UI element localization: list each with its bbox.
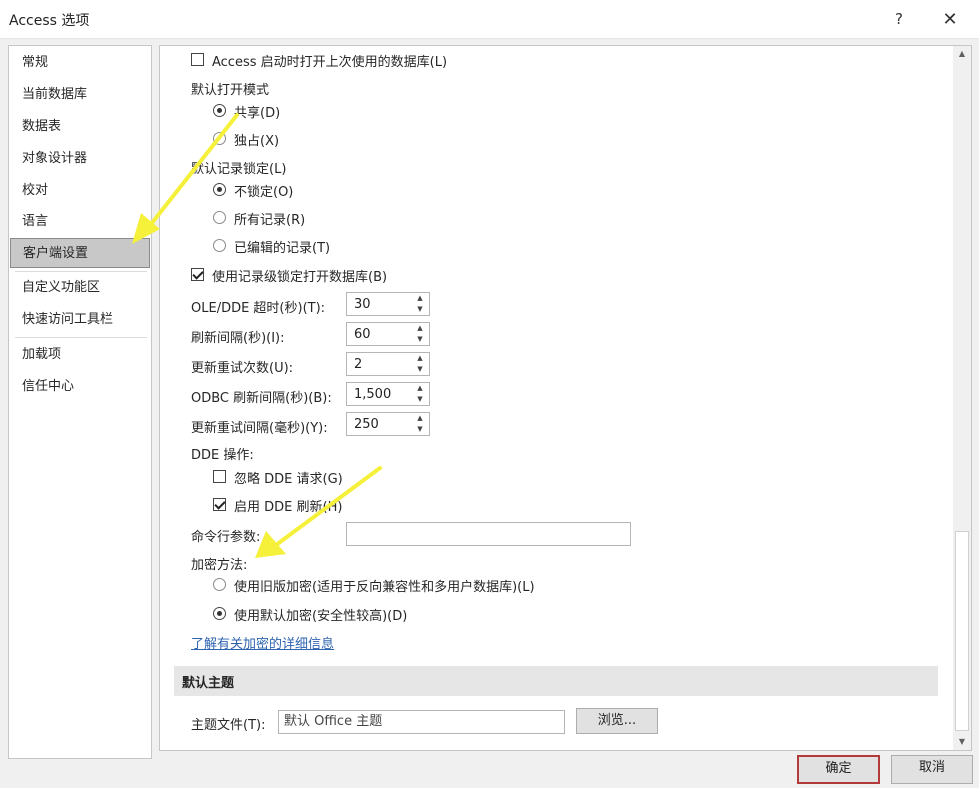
ignore-dde-label: 忽略 DDE 请求(G) <box>234 472 343 487</box>
spin-down-icon[interactable]: ▼ <box>411 304 429 315</box>
odbc-refresh-stepper[interactable]: 1,500 ▲ ▼ <box>346 382 430 406</box>
command-line-label: 命令行参数: <box>191 530 261 545</box>
enable-dde-refresh-checkbox[interactable] <box>213 498 226 511</box>
open-last-db-checkbox[interactable] <box>191 53 204 66</box>
record-level-locking-checkbox[interactable] <box>191 268 204 281</box>
cancel-button[interactable]: 取消 <box>891 755 973 784</box>
no-locks-label: 不锁定(O) <box>234 185 294 200</box>
theme-file-label: 主题文件(T): <box>191 718 266 733</box>
nav-item-proofing[interactable]: 校对 <box>10 176 150 206</box>
dde-operations-label: DDE 操作: <box>191 448 254 463</box>
nav-item-client-settings[interactable]: 客户端设置 <box>10 238 150 268</box>
ole-dde-timeout-stepper[interactable]: 30 ▲ ▼ <box>346 292 430 316</box>
all-records-label: 所有记录(R) <box>234 213 306 228</box>
help-button[interactable]: ? <box>886 6 912 32</box>
open-last-db-label: Access 启动时打开上次使用的数据库(L) <box>212 55 448 70</box>
default-encryption-label: 使用默认加密(安全性较高)(D) <box>234 609 408 624</box>
command-line-input[interactable] <box>346 522 631 546</box>
browse-button[interactable]: 浏览... <box>576 708 658 734</box>
nav-item-quick-access-toolbar[interactable]: 快速访问工具栏 <box>10 305 150 335</box>
record-locking-label: 默认记录锁定(L) <box>191 162 287 177</box>
vertical-scrollbar[interactable]: ▲ ▼ <box>953 46 971 750</box>
refresh-interval-value: 60 <box>354 327 371 342</box>
nav-item-general[interactable]: 常规 <box>10 48 150 78</box>
close-icon[interactable]: ✕ <box>935 6 965 32</box>
spin-down-icon[interactable]: ▼ <box>411 364 429 375</box>
refresh-interval-label: 刷新间隔(秒)(I): <box>191 331 285 346</box>
record-level-locking-label: 使用记录级锁定打开数据库(B) <box>212 270 388 285</box>
ignore-dde-checkbox[interactable] <box>213 470 226 483</box>
nav-item-current-database[interactable]: 当前数据库 <box>10 80 150 110</box>
refresh-interval-stepper[interactable]: 60 ▲ ▼ <box>346 322 430 346</box>
default-encryption-radio[interactable] <box>213 607 226 620</box>
nav-item-language[interactable]: 语言 <box>10 207 150 237</box>
edited-record-radio[interactable] <box>213 239 226 252</box>
theme-file-input[interactable]: 默认 Office 主题 <box>278 710 565 734</box>
spin-down-icon[interactable]: ▼ <box>411 394 429 405</box>
ole-dde-timeout-label: OLE/DDE 超时(秒)(T): <box>191 301 326 316</box>
default-theme-section-header: 默认主题 <box>174 666 938 696</box>
all-records-radio[interactable] <box>213 211 226 224</box>
nav-divider <box>15 337 147 338</box>
update-retries-stepper[interactable]: 2 ▲ ▼ <box>346 352 430 376</box>
update-retries-value: 2 <box>354 357 363 372</box>
default-open-mode-label: 默认打开模式 <box>191 83 270 98</box>
no-locks-radio[interactable] <box>213 183 226 196</box>
retry-interval-value: 250 <box>354 417 379 432</box>
retry-interval-stepper[interactable]: 250 ▲ ▼ <box>346 412 430 436</box>
legacy-encryption-label: 使用旧版加密(适用于反向兼容性和多用户数据库)(L) <box>234 580 535 595</box>
nav-item-datasheet[interactable]: 数据表 <box>10 112 150 142</box>
spin-up-icon[interactable]: ▲ <box>411 413 429 424</box>
spin-up-icon[interactable]: ▲ <box>411 323 429 334</box>
spin-down-icon[interactable]: ▼ <box>411 334 429 345</box>
window-title: Access 选项 <box>9 13 90 29</box>
spin-up-icon[interactable]: ▲ <box>411 293 429 304</box>
edited-record-label: 已编辑的记录(T) <box>234 241 331 256</box>
scroll-up-icon[interactable]: ▲ <box>953 46 971 62</box>
nav-item-add-ins[interactable]: 加载项 <box>10 340 150 370</box>
nav-item-trust-center[interactable]: 信任中心 <box>10 372 150 402</box>
nav-divider <box>15 271 147 272</box>
shared-label: 共享(D) <box>234 106 281 121</box>
ole-dde-timeout-value: 30 <box>354 297 371 312</box>
retry-interval-label: 更新重试间隔(毫秒)(Y): <box>191 421 328 436</box>
scrollbar-thumb[interactable] <box>955 531 969 731</box>
ok-button[interactable]: 确定 <box>797 755 880 784</box>
exclusive-label: 独占(X) <box>234 134 280 149</box>
spin-down-icon[interactable]: ▼ <box>411 424 429 435</box>
default-theme-heading: 默认主题 <box>182 676 235 691</box>
odbc-refresh-value: 1,500 <box>354 387 392 402</box>
nav-item-customize-ribbon[interactable]: 自定义功能区 <box>10 273 150 303</box>
scroll-down-icon[interactable]: ▼ <box>953 734 971 750</box>
encryption-method-label: 加密方法: <box>191 558 248 573</box>
update-retries-label: 更新重试次数(U): <box>191 361 294 376</box>
options-nav: 常规 当前数据库 数据表 对象设计器 校对 语言 客户端设置 自定义功能区 快速… <box>8 45 152 759</box>
encryption-info-link[interactable]: 了解有关加密的详细信息 <box>191 633 334 652</box>
legacy-encryption-radio[interactable] <box>213 578 226 591</box>
spin-up-icon[interactable]: ▲ <box>411 353 429 364</box>
enable-dde-refresh-label: 启用 DDE 刷新(H) <box>234 500 343 515</box>
title-bar: Access 选项 ? ✕ <box>0 0 979 39</box>
client-settings-panel: Access 启动时打开上次使用的数据库(L) 默认打开模式 共享(D) 独占(… <box>159 45 972 751</box>
shared-radio[interactable] <box>213 104 226 117</box>
odbc-refresh-label: ODBC 刷新间隔(秒)(B): <box>191 391 332 406</box>
spin-up-icon[interactable]: ▲ <box>411 383 429 394</box>
exclusive-radio[interactable] <box>213 132 226 145</box>
nav-item-object-designers[interactable]: 对象设计器 <box>10 144 150 174</box>
